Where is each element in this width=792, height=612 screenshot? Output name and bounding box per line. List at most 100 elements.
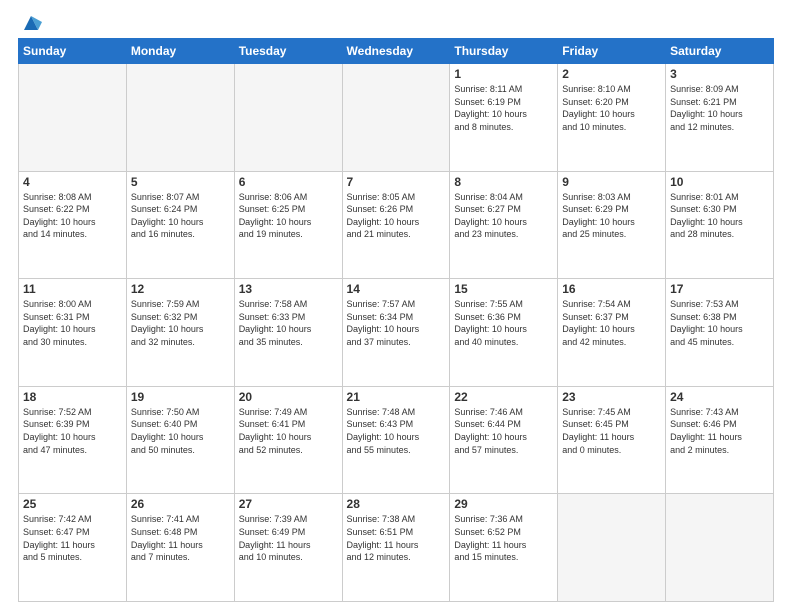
day-info: Sunrise: 7:50 AM Sunset: 6:40 PM Dayligh…	[131, 406, 230, 456]
day-number: 15	[454, 282, 553, 296]
weekday-header: Thursday	[450, 39, 558, 64]
weekday-header: Saturday	[666, 39, 774, 64]
calendar-week-row: 1 Sunrise: 8:11 AM Sunset: 6:19 PM Daylig…	[19, 64, 774, 172]
day-info: Sunrise: 8:10 AM Sunset: 6:20 PM Dayligh…	[562, 83, 661, 133]
day-number: 27	[239, 497, 338, 511]
calendar-cell: 17Sunrise: 7:53 AM Sunset: 6:38 PM Dayli…	[666, 279, 774, 387]
day-number: 20	[239, 390, 338, 404]
calendar-cell: 8 Sunrise: 8:04 AM Sunset: 6:27 PM Daylig…	[450, 171, 558, 279]
calendar-week-row: 18 Sunrise: 7:52 AM Sunset: 6:39 PM Dayli…	[19, 386, 774, 494]
calendar-cell	[558, 494, 666, 602]
day-info: Sunrise: 8:09 AM Sunset: 6:21 PM Dayligh…	[670, 83, 769, 133]
weekday-header: Sunday	[19, 39, 127, 64]
day-number: 11	[23, 282, 122, 296]
calendar-cell: 10 Sunrise: 8:01 AM Sunset: 6:30 PM Dayli…	[666, 171, 774, 279]
day-number: 23	[562, 390, 661, 404]
weekday-header-row: SundayMondayTuesdayWednesdayThursdayFrid…	[19, 39, 774, 64]
calendar-cell: 29Sunrise: 7:36 AM Sunset: 6:52 PM Dayli…	[450, 494, 558, 602]
day-number: 29	[454, 497, 553, 511]
day-number: 7	[347, 175, 446, 189]
day-info: Sunrise: 7:59 AM Sunset: 6:32 PM Dayligh…	[131, 298, 230, 348]
calendar-cell: 4 Sunrise: 8:08 AM Sunset: 6:22 PM Daylig…	[19, 171, 127, 279]
day-info: Sunrise: 8:00 AM Sunset: 6:31 PM Dayligh…	[23, 298, 122, 348]
day-info: Sunrise: 7:46 AM Sunset: 6:44 PM Dayligh…	[454, 406, 553, 456]
calendar-cell: 21Sunrise: 7:48 AM Sunset: 6:43 PM Dayli…	[342, 386, 450, 494]
day-number: 14	[347, 282, 446, 296]
calendar-cell: 13 Sunrise: 7:58 AM Sunset: 6:33 PM Dayli…	[234, 279, 342, 387]
day-number: 2	[562, 67, 661, 81]
day-info: Sunrise: 7:42 AM Sunset: 6:47 PM Dayligh…	[23, 513, 122, 563]
calendar-cell	[342, 64, 450, 172]
day-info: Sunrise: 7:54 AM Sunset: 6:37 PM Dayligh…	[562, 298, 661, 348]
calendar-cell: 22 Sunrise: 7:46 AM Sunset: 6:44 PM Dayli…	[450, 386, 558, 494]
day-number: 24	[670, 390, 769, 404]
header	[18, 16, 774, 30]
calendar-cell	[19, 64, 127, 172]
day-number: 8	[454, 175, 553, 189]
logo-icon	[20, 12, 42, 34]
day-number: 22	[454, 390, 553, 404]
calendar-cell: 6 Sunrise: 8:06 AM Sunset: 6:25 PM Daylig…	[234, 171, 342, 279]
calendar-cell: 16 Sunrise: 7:54 AM Sunset: 6:37 PM Dayli…	[558, 279, 666, 387]
day-info: Sunrise: 7:52 AM Sunset: 6:39 PM Dayligh…	[23, 406, 122, 456]
day-info: Sunrise: 8:05 AM Sunset: 6:26 PM Dayligh…	[347, 191, 446, 241]
calendar-cell: 11 Sunrise: 8:00 AM Sunset: 6:31 PM Dayli…	[19, 279, 127, 387]
day-info: Sunrise: 7:58 AM Sunset: 6:33 PM Dayligh…	[239, 298, 338, 348]
day-info: Sunrise: 8:03 AM Sunset: 6:29 PM Dayligh…	[562, 191, 661, 241]
day-info: Sunrise: 7:55 AM Sunset: 6:36 PM Dayligh…	[454, 298, 553, 348]
weekday-header: Friday	[558, 39, 666, 64]
calendar-cell: 3 Sunrise: 8:09 AM Sunset: 6:21 PM Daylig…	[666, 64, 774, 172]
day-number: 21	[347, 390, 446, 404]
day-info: Sunrise: 8:11 AM Sunset: 6:19 PM Dayligh…	[454, 83, 553, 133]
calendar-cell: 9 Sunrise: 8:03 AM Sunset: 6:29 PM Daylig…	[558, 171, 666, 279]
calendar-cell	[666, 494, 774, 602]
calendar-cell: 15 Sunrise: 7:55 AM Sunset: 6:36 PM Dayli…	[450, 279, 558, 387]
day-info: Sunrise: 7:53 AM Sunset: 6:38 PM Dayligh…	[670, 298, 769, 348]
calendar-cell: 7 Sunrise: 8:05 AM Sunset: 6:26 PM Daylig…	[342, 171, 450, 279]
calendar-cell: 2 Sunrise: 8:10 AM Sunset: 6:20 PM Daylig…	[558, 64, 666, 172]
calendar-cell: 5 Sunrise: 8:07 AM Sunset: 6:24 PM Daylig…	[126, 171, 234, 279]
day-number: 25	[23, 497, 122, 511]
day-info: Sunrise: 7:43 AM Sunset: 6:46 PM Dayligh…	[670, 406, 769, 456]
day-number: 9	[562, 175, 661, 189]
calendar-week-row: 11 Sunrise: 8:00 AM Sunset: 6:31 PM Dayli…	[19, 279, 774, 387]
day-info: Sunrise: 8:01 AM Sunset: 6:30 PM Dayligh…	[670, 191, 769, 241]
day-info: Sunrise: 7:49 AM Sunset: 6:41 PM Dayligh…	[239, 406, 338, 456]
day-number: 16	[562, 282, 661, 296]
day-info: Sunrise: 8:06 AM Sunset: 6:25 PM Dayligh…	[239, 191, 338, 241]
day-number: 19	[131, 390, 230, 404]
day-number: 28	[347, 497, 446, 511]
weekday-header: Tuesday	[234, 39, 342, 64]
calendar-cell: 24 Sunrise: 7:43 AM Sunset: 6:46 PM Dayli…	[666, 386, 774, 494]
weekday-header: Wednesday	[342, 39, 450, 64]
calendar-cell: 1 Sunrise: 8:11 AM Sunset: 6:19 PM Daylig…	[450, 64, 558, 172]
day-info: Sunrise: 7:39 AM Sunset: 6:49 PM Dayligh…	[239, 513, 338, 563]
day-number: 6	[239, 175, 338, 189]
day-number: 5	[131, 175, 230, 189]
day-info: Sunrise: 7:57 AM Sunset: 6:34 PM Dayligh…	[347, 298, 446, 348]
calendar-cell: 20 Sunrise: 7:49 AM Sunset: 6:41 PM Dayli…	[234, 386, 342, 494]
day-number: 26	[131, 497, 230, 511]
day-info: Sunrise: 8:08 AM Sunset: 6:22 PM Dayligh…	[23, 191, 122, 241]
calendar-cell: 23Sunrise: 7:45 AM Sunset: 6:45 PM Dayli…	[558, 386, 666, 494]
day-number: 18	[23, 390, 122, 404]
day-number: 4	[23, 175, 122, 189]
day-info: Sunrise: 7:38 AM Sunset: 6:51 PM Dayligh…	[347, 513, 446, 563]
calendar-cell	[234, 64, 342, 172]
calendar-cell: 19 Sunrise: 7:50 AM Sunset: 6:40 PM Dayli…	[126, 386, 234, 494]
day-number: 13	[239, 282, 338, 296]
calendar-week-row: 25 Sunrise: 7:42 AM Sunset: 6:47 PM Dayli…	[19, 494, 774, 602]
day-info: Sunrise: 8:04 AM Sunset: 6:27 PM Dayligh…	[454, 191, 553, 241]
calendar-page: SundayMondayTuesdayWednesdayThursdayFrid…	[0, 0, 792, 612]
day-info: Sunrise: 8:07 AM Sunset: 6:24 PM Dayligh…	[131, 191, 230, 241]
day-number: 3	[670, 67, 769, 81]
calendar-cell: 26 Sunrise: 7:41 AM Sunset: 6:48 PM Dayli…	[126, 494, 234, 602]
weekday-header: Monday	[126, 39, 234, 64]
day-number: 1	[454, 67, 553, 81]
day-number: 12	[131, 282, 230, 296]
day-info: Sunrise: 7:41 AM Sunset: 6:48 PM Dayligh…	[131, 513, 230, 563]
calendar-table: SundayMondayTuesdayWednesdayThursdayFrid…	[18, 38, 774, 602]
day-number: 10	[670, 175, 769, 189]
calendar-cell: 25 Sunrise: 7:42 AM Sunset: 6:47 PM Dayli…	[19, 494, 127, 602]
logo	[18, 16, 42, 30]
